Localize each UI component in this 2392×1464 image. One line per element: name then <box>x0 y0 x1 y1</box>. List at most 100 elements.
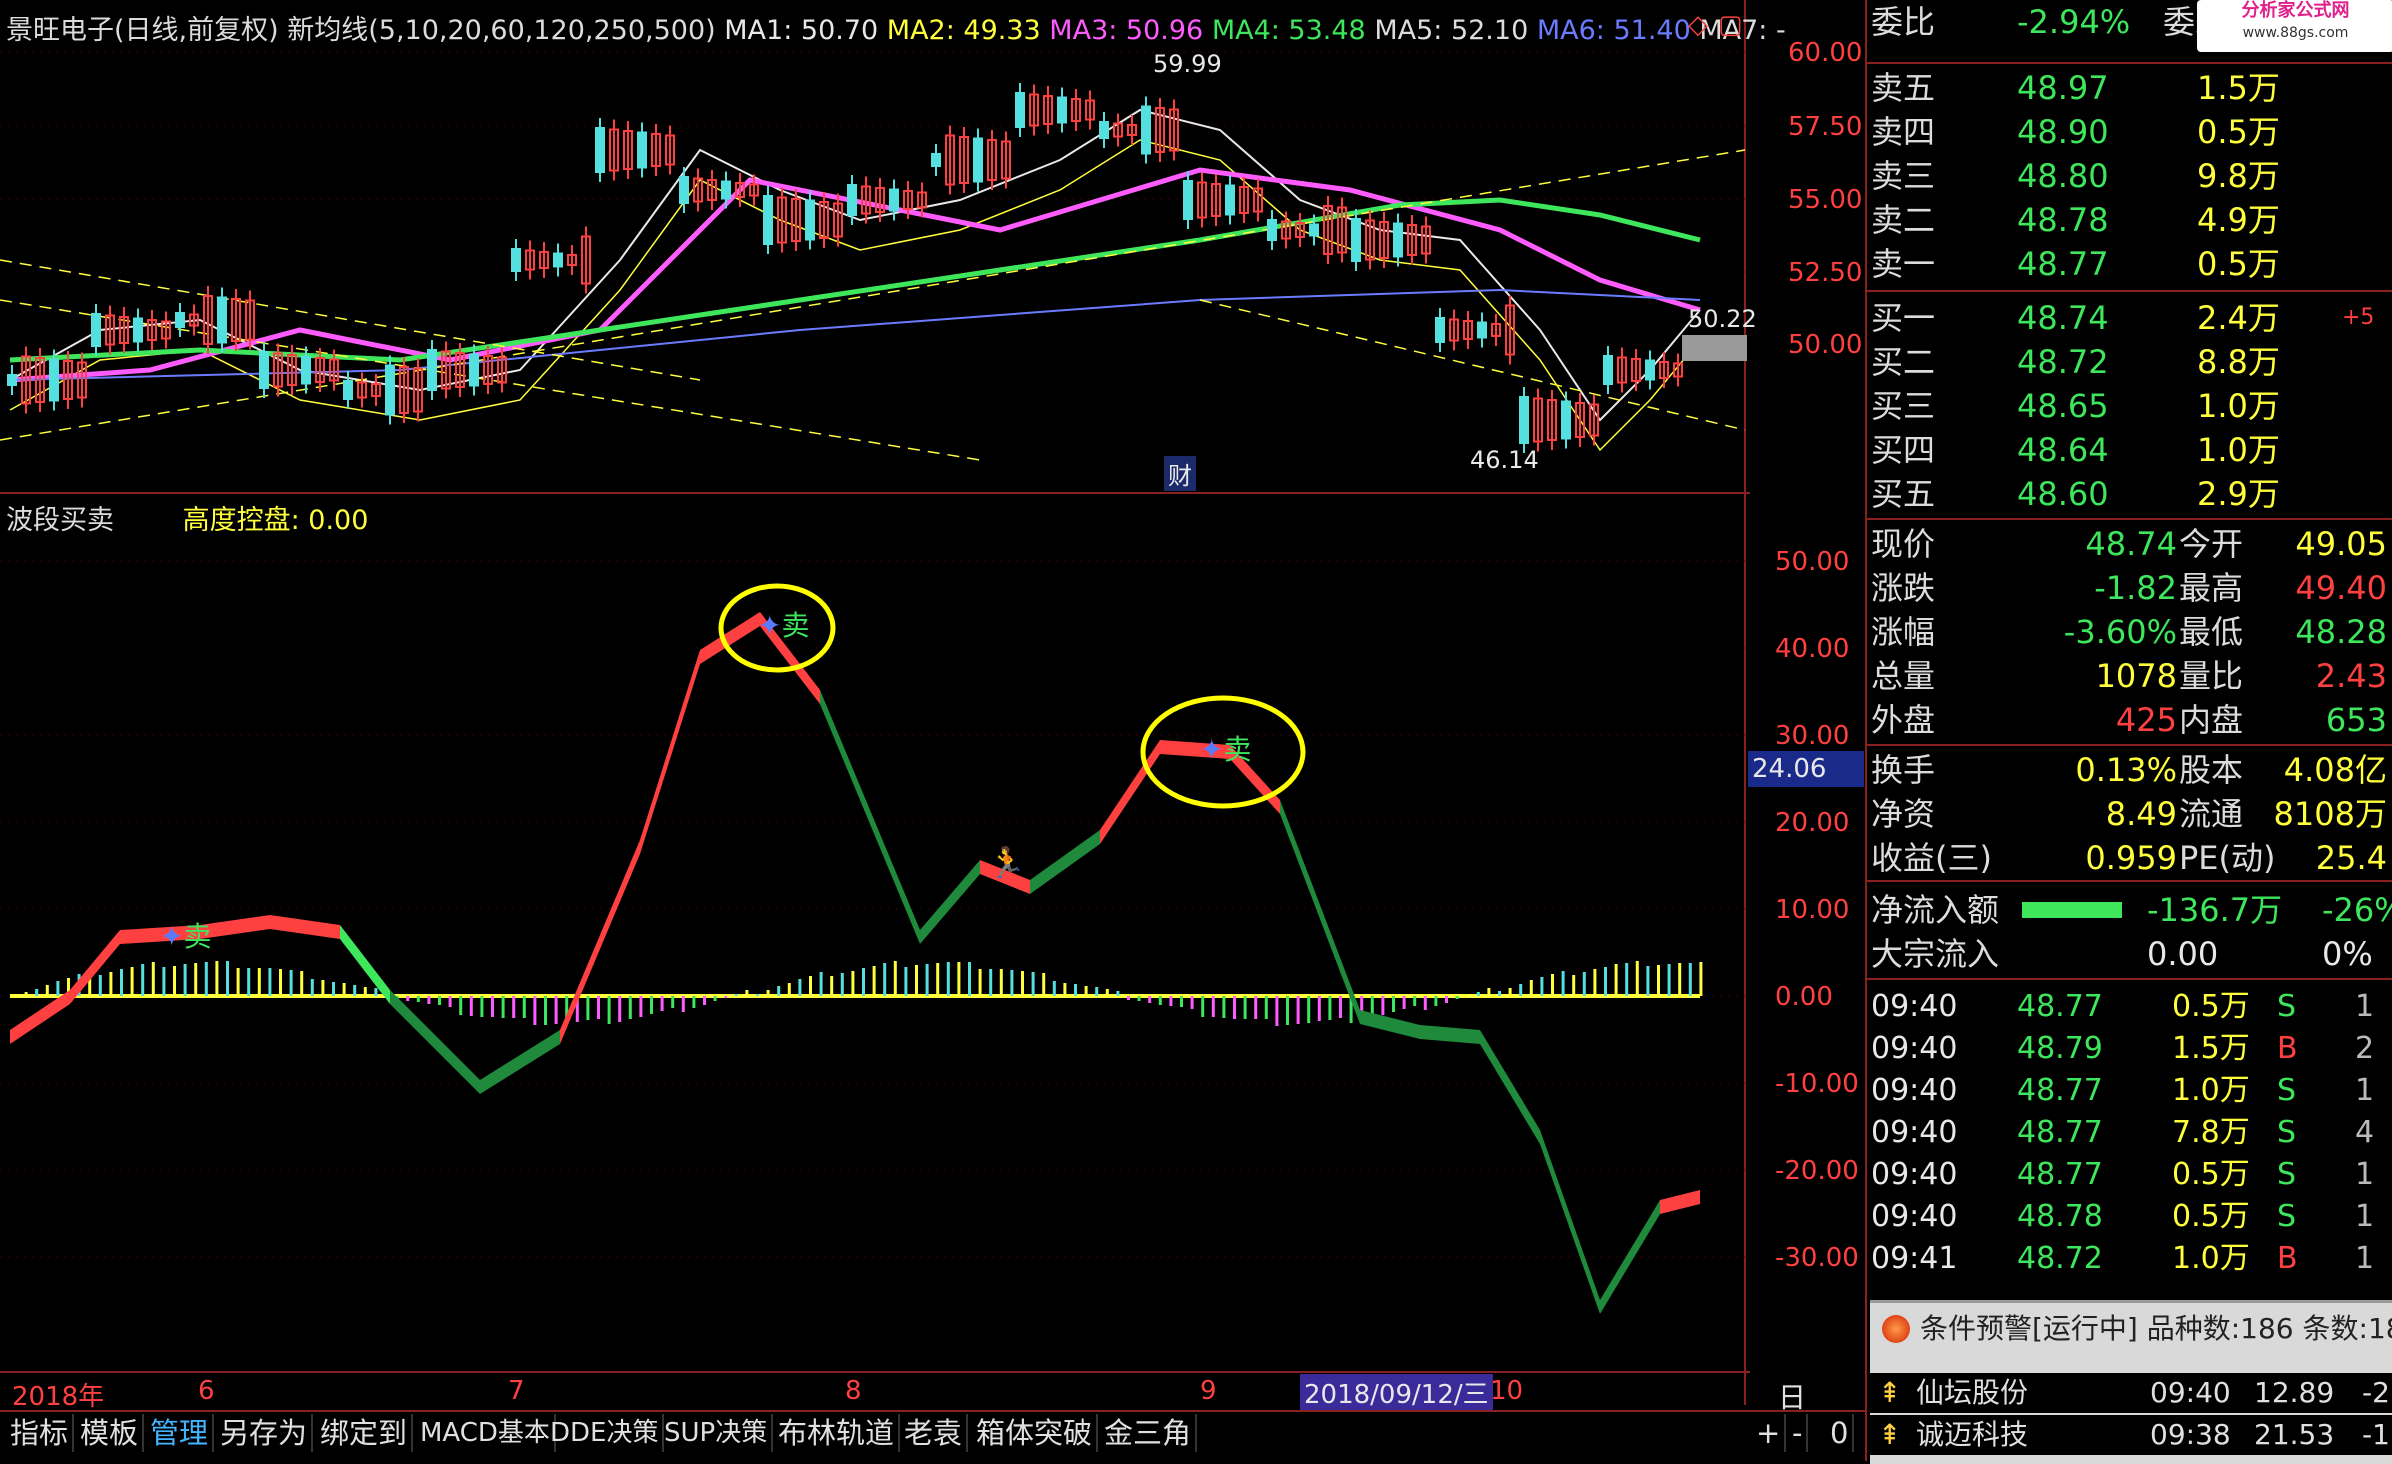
stock-title: 景旺电子(日线,前复权) <box>6 15 279 46</box>
tick-side: S <box>2277 1199 2297 1234</box>
flow-bar <box>2022 902 2122 918</box>
alert-up-icon: ⇞ <box>1878 1418 1902 1451</box>
lower-tick: -20.00 <box>1775 1156 1859 1186</box>
zoom-out-button[interactable]: - <box>1788 1414 1809 1452</box>
price-tick: 57.50 <box>1788 112 1863 142</box>
tb-golden-button[interactable]: 金三角 <box>1100 1414 1198 1452</box>
stat-value: 8108万 <box>2273 795 2387 833</box>
stat-label: 涨跌 <box>1871 569 1936 607</box>
histogram-bar <box>1614 964 1618 996</box>
histogram-bar <box>798 979 802 996</box>
flow-row: 大宗流入 0.00 0% <box>1867 932 2392 976</box>
tick-price: 48.77 <box>2017 989 2103 1024</box>
ma2-value: MA2: 49.33 <box>886 15 1041 46</box>
histogram-bar <box>777 986 781 996</box>
trade-tick-row: 09:40 48.79 1.5万 B 2 <box>1867 1028 2392 1070</box>
bid-volume: 8.8万 <box>2197 343 2280 381</box>
zoom-in-button[interactable]: + <box>1752 1414 1787 1452</box>
histogram-bar <box>194 963 198 996</box>
tb-indicator-button[interactable]: 指标 <box>6 1414 75 1452</box>
histogram-bar <box>279 969 282 996</box>
ask-price: 48.80 <box>2017 157 2109 195</box>
tb-bind-button[interactable]: 绑定到 <box>316 1414 414 1452</box>
alert-row[interactable]: ⇞ 诚迈科技 09:38 21.53 -1 <box>1870 1415 2392 1455</box>
histogram-bar <box>1572 975 1576 996</box>
ma6-value: MA6: 51.40 <box>1536 15 1691 46</box>
histogram-bar <box>1699 962 1703 996</box>
ma1-value: MA1: 50.70 <box>724 15 879 46</box>
finance-marker[interactable]: 财 <box>1164 456 1196 491</box>
ask-volume: 4.9万 <box>2197 201 2280 239</box>
diamond-icon[interactable]: ◇ <box>1688 10 1708 40</box>
tb-template-button[interactable]: 模板 <box>76 1414 145 1452</box>
tb-manage-button[interactable]: 管理 <box>146 1414 215 1452</box>
tb-saveas-button[interactable]: 另存为 <box>216 1414 314 1452</box>
alert-title-bar[interactable]: 条件预警[运行中] 品种数:186 条数:18 <box>1870 1309 2392 1349</box>
trade-tick-row: 09:40 48.77 0.5万 S 1 <box>1867 986 2392 1028</box>
condition-alert-window[interactable]: 条件预警[运行中] 品种数:186 条数:18 ⇞ 仙坛股份 09:40 12.… <box>1870 1300 2392 1464</box>
lower-panel-subtitle: 高度控盘: 0.00 <box>182 505 369 536</box>
chart-area[interactable]: 景旺电子(日线,前复权) 新均线(5,10,20,60,120,250,500)… <box>0 0 1864 1454</box>
tick-time: 09:40 <box>1871 1157 1958 1192</box>
tick-time: 09:40 <box>1871 989 1958 1024</box>
histogram-bar <box>851 971 855 996</box>
price-tick: 60.00 <box>1788 38 1863 68</box>
stat-value: 4.08亿 <box>2283 751 2387 789</box>
histogram-bar <box>1476 992 1480 996</box>
histogram-bar <box>321 980 325 996</box>
lower-current-value: 24.06 <box>1748 751 1864 787</box>
tick-side: S <box>2277 1073 2297 1108</box>
histogram-bar <box>480 996 484 1017</box>
tick-side: B <box>2277 1031 2298 1066</box>
zoom-reset-button[interactable]: 0 <box>1826 1414 1855 1452</box>
chart-canvas[interactable] <box>0 0 1750 1405</box>
histogram-bar <box>1434 996 1438 1006</box>
stat-label: 内盘 <box>2179 701 2244 739</box>
histogram-bar <box>236 968 240 996</box>
histogram-bar <box>703 996 706 1005</box>
sell-icon: ✦ <box>160 920 184 953</box>
histogram-bar <box>1169 996 1173 1006</box>
flow-value: 0.00 <box>2147 935 2219 973</box>
histogram-bar <box>1211 996 1215 1017</box>
histogram-bar <box>936 963 940 996</box>
window-toggle-icon[interactable]: ▢ <box>1718 10 1743 40</box>
histogram-bar <box>713 996 717 1001</box>
tb-macd-button[interactable]: MACD基本 <box>416 1414 556 1452</box>
histogram-bar <box>883 963 887 996</box>
tick-time: 09:40 <box>1871 1073 1958 1108</box>
lower-panel-header: 波段买卖 高度控盘: 0.00 <box>6 498 368 537</box>
histogram-bar <box>915 965 918 996</box>
stat-row: 涨幅 -3.60% 最低 48.28 <box>1867 610 2392 654</box>
stat-value: 0.13% <box>2075 751 2177 789</box>
alert-icon <box>1882 1315 1910 1343</box>
tb-laoyuan-button[interactable]: 老袁 <box>900 1414 969 1452</box>
ma5-value: MA5: 52.10 <box>1374 15 1529 46</box>
lower-tick: 50.00 <box>1775 547 1850 577</box>
tb-boll-button[interactable]: 布林轨道 <box>774 1414 901 1452</box>
tb-box-button[interactable]: 箱体突破 <box>972 1414 1099 1452</box>
wave-ribbon-segment <box>1480 1030 1540 1144</box>
bid-volume: 2.4万 <box>2197 299 2280 337</box>
bid-price: 48.74 <box>2017 299 2109 337</box>
price-tick: 50.00 <box>1788 330 1863 360</box>
bid-price: 48.72 <box>2017 343 2109 381</box>
stat-value: 1078 <box>2095 657 2177 695</box>
stat-value: 49.40 <box>2295 569 2387 607</box>
stat-value: 49.05 <box>2295 525 2387 563</box>
histogram-bar <box>734 994 738 996</box>
ask-volume: 0.5万 <box>2197 113 2280 151</box>
alert-row[interactable]: ⇞ 仙坛股份 09:40 12.89 -2 <box>1870 1373 2392 1413</box>
lower-tick: 20.00 <box>1775 808 1850 838</box>
histogram-bar <box>1667 964 1671 996</box>
tick-price: 48.79 <box>2017 1031 2103 1066</box>
high-label: 59.99 <box>1153 50 1222 78</box>
histogram-bar <box>1646 966 1650 996</box>
histogram-bar <box>24 992 28 996</box>
runner-icon: 🏃 <box>988 846 1026 881</box>
stat-row: 总量 1078 量比 2.43 <box>1867 654 2392 698</box>
tb-sup-button[interactable]: SUP决策 <box>660 1414 774 1452</box>
histogram-bar <box>639 996 643 1017</box>
histogram-bar <box>1010 970 1014 996</box>
tb-dde-button[interactable]: DDE决策 <box>546 1414 665 1452</box>
